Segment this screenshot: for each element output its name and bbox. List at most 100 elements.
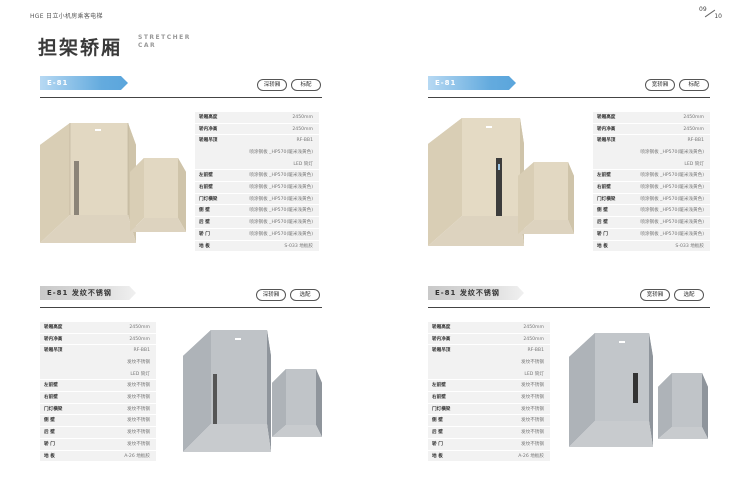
- spec-row: 门灯横梁 喷涂钢板 _HP570(暖米浅黄色): [195, 194, 319, 206]
- spec-value: 喷涂钢板 _HP570(暖米浅黄色): [249, 173, 313, 179]
- spec-label: 轿厢吊顶: [597, 138, 616, 144]
- car-render-large: [40, 123, 136, 255]
- spec-value: RF-BB1: [687, 138, 704, 144]
- spec-row: 轿厢吊顶 RF-BB1 发纹不锈钢 LED 筒灯: [40, 345, 156, 381]
- spec-value: 2450mm: [292, 126, 313, 132]
- divider: [40, 307, 322, 308]
- spec-label: 轿厢高度: [44, 325, 63, 330]
- spec-value: 2450mm: [523, 325, 544, 330]
- spec-value: 喷涂钢板 _HP570(暖米浅黄色): [640, 231, 704, 237]
- spec-value: 喷涂钢板 _HP570(暖米浅黄色): [640, 173, 704, 179]
- spec-label: 轿厢高度: [432, 325, 451, 330]
- spec-label: 门灯横梁: [199, 196, 218, 202]
- spec-value: S-033 地板胶: [675, 243, 704, 249]
- spec-label: 右前壁: [199, 185, 213, 191]
- spec-value: 2450mm: [129, 336, 150, 342]
- divider: [428, 307, 710, 308]
- spec-label: 轿 门: [597, 231, 608, 237]
- car-render-small: [518, 162, 574, 242]
- spec-label: 右前壁: [44, 395, 58, 401]
- divider: [40, 97, 322, 98]
- spec-label: 后 壁: [432, 430, 443, 436]
- spec-row: 后 壁 喷涂钢板 _HP570(暖米浅黄色): [195, 217, 319, 229]
- spec-label: 轿厢高度: [597, 115, 616, 120]
- spec-label: 门灯横梁: [44, 406, 63, 412]
- spec-row: 左前壁 发纹不锈钢: [428, 380, 550, 393]
- page-number: 09 10: [698, 6, 722, 20]
- spec-row: 轿内净高 2450mm: [593, 124, 710, 136]
- spec-value: 喷涂钢板 _HP570(暖米浅黄色): [640, 150, 704, 156]
- spec-label: 地 板: [432, 453, 443, 459]
- spec-row: 左前壁 发纹不锈钢: [40, 380, 156, 393]
- optional-button[interactable]: 选配: [674, 289, 704, 301]
- spec-table: 轿厢高度 2450mm 轿内净高 2450mm 轿厢吊顶 RF-BB1 喷涂钢板 _HP57…: [593, 112, 710, 253]
- spec-row: 轿 门 喷涂钢板 _HP570(暖米浅黄色): [195, 229, 319, 241]
- spec-value: 发纹不锈钢: [127, 441, 150, 447]
- spec-label: 后 壁: [597, 220, 608, 226]
- spec-label: 地 板: [199, 243, 210, 249]
- car-render-large: [428, 118, 524, 258]
- spec-value: 发纹不锈钢: [521, 395, 544, 401]
- spec-value: 喷涂钢板 _HP570(暖米浅黄色): [249, 231, 313, 237]
- car-render-large: [183, 330, 271, 460]
- spec-row: 侧 壁 发纹不锈钢: [40, 415, 156, 428]
- spec-label: 轿内净高: [432, 336, 451, 342]
- spec-value: 发纹不锈钢: [521, 383, 544, 389]
- spec-row: 轿厢吊顶 RF-BB1 发纹不锈钢 LED 筒灯: [428, 345, 550, 381]
- deep-car-button[interactable]: 深轿厢: [257, 79, 287, 91]
- wide-car-button[interactable]: 宽轿厢: [640, 289, 670, 301]
- spec-value: A-26 地板胶: [518, 453, 544, 459]
- car-render-small: [130, 158, 186, 240]
- subtitle-line-1: STRETCHER: [138, 34, 191, 41]
- spec-row: 后 壁 发纹不锈钢: [428, 427, 550, 439]
- spec-row: 轿厢高度 2450mm: [593, 112, 710, 124]
- spec-label: 门灯横梁: [597, 196, 616, 202]
- spec-row: 右前壁 喷涂钢板 _HP570(暖米浅黄色): [195, 182, 319, 194]
- subtitle-line-2: CAR: [138, 42, 157, 49]
- spec-row: 地 板 A-26 地板胶: [428, 451, 550, 463]
- spec-row: 轿 门 喷涂钢板 _HP570(暖米浅黄色): [593, 229, 710, 241]
- spec-row: 右前壁 发纹不锈钢: [428, 392, 550, 404]
- spec-value: 喷涂钢板 _HP570(暖米浅黄色): [249, 220, 313, 226]
- spec-row: 轿内净高 2450mm: [195, 124, 319, 136]
- spec-table: 轿厢高度 2450mm 轿内净高 2450mm 轿厢吊顶 RF-BB1 喷涂钢板 _HP57…: [195, 112, 319, 253]
- model-tag: E-81 发纹不锈钢: [428, 286, 524, 300]
- standard-button[interactable]: 标配: [291, 79, 321, 91]
- spec-value: 发纹不锈钢: [127, 360, 150, 366]
- spec-row: 左前壁 喷涂钢板 _HP570(暖米浅黄色): [195, 170, 319, 183]
- spec-label: 侧 壁: [44, 418, 55, 424]
- optional-button[interactable]: 选配: [290, 289, 320, 301]
- spec-row: 轿厢吊顶 RF-BB1 喷涂钢板 _HP570(暖米浅黄色) LED 筒灯: [195, 135, 319, 171]
- catalog-page: HGE 日立小机房乘客电梯 09 10 担架轿厢 STRETCHER CAR E…: [0, 0, 750, 499]
- spec-value: RF-BB1: [296, 138, 313, 144]
- spec-label: 侧 壁: [432, 418, 443, 424]
- spec-row: 左前壁 喷涂钢板 _HP570(暖米浅黄色): [593, 170, 710, 183]
- wide-car-button[interactable]: 宽轿厢: [645, 79, 675, 91]
- spec-table: 轿厢高度 2450mm 轿内净高 2450mm 轿厢吊顶 RF-BB1 发纹不锈钢 LED 筒…: [40, 322, 156, 463]
- spec-label: 轿厢吊顶: [199, 138, 218, 144]
- spec-row: 侧 壁 喷涂钢板 _HP570(暖米浅黄色): [593, 205, 710, 218]
- spec-row: 轿 门 发纹不锈钢: [40, 439, 156, 451]
- spec-value: 2450mm: [129, 325, 150, 330]
- deep-car-button[interactable]: 深轿厢: [256, 289, 286, 301]
- spec-row: 轿 门 发纹不锈钢: [428, 439, 550, 451]
- page-total: 10: [714, 13, 722, 20]
- spec-row: 右前壁 发纹不锈钢: [40, 392, 156, 404]
- spec-label: 左前壁: [432, 383, 446, 389]
- spec-row: 门灯横梁 喷涂钢板 _HP570(暖米浅黄色): [593, 194, 710, 206]
- spec-value: 发纹不锈钢: [127, 383, 150, 389]
- spec-label: 后 壁: [44, 430, 55, 436]
- spec-row: 轿厢高度 2450mm: [195, 112, 319, 124]
- spec-row: 地 板 S-033 地板胶: [195, 241, 319, 253]
- car-render-small: [658, 373, 708, 447]
- spec-value: 2450mm: [683, 115, 704, 120]
- spec-value: 喷涂钢板 _HP570(暖米浅黄色): [249, 208, 313, 214]
- spec-label: 轿内净高: [44, 336, 63, 342]
- spec-value: LED 筒灯: [524, 371, 544, 377]
- standard-button[interactable]: 标配: [679, 79, 709, 91]
- spec-label: 轿厢高度: [199, 115, 218, 120]
- spec-row: 门灯横梁 发纹不锈钢: [428, 404, 550, 416]
- model-tag: E-81 发纹不锈钢: [40, 286, 136, 300]
- spec-value: 喷涂钢板 _HP570(暖米浅黄色): [640, 208, 704, 214]
- page-subtitle: STRETCHER CAR: [138, 34, 191, 50]
